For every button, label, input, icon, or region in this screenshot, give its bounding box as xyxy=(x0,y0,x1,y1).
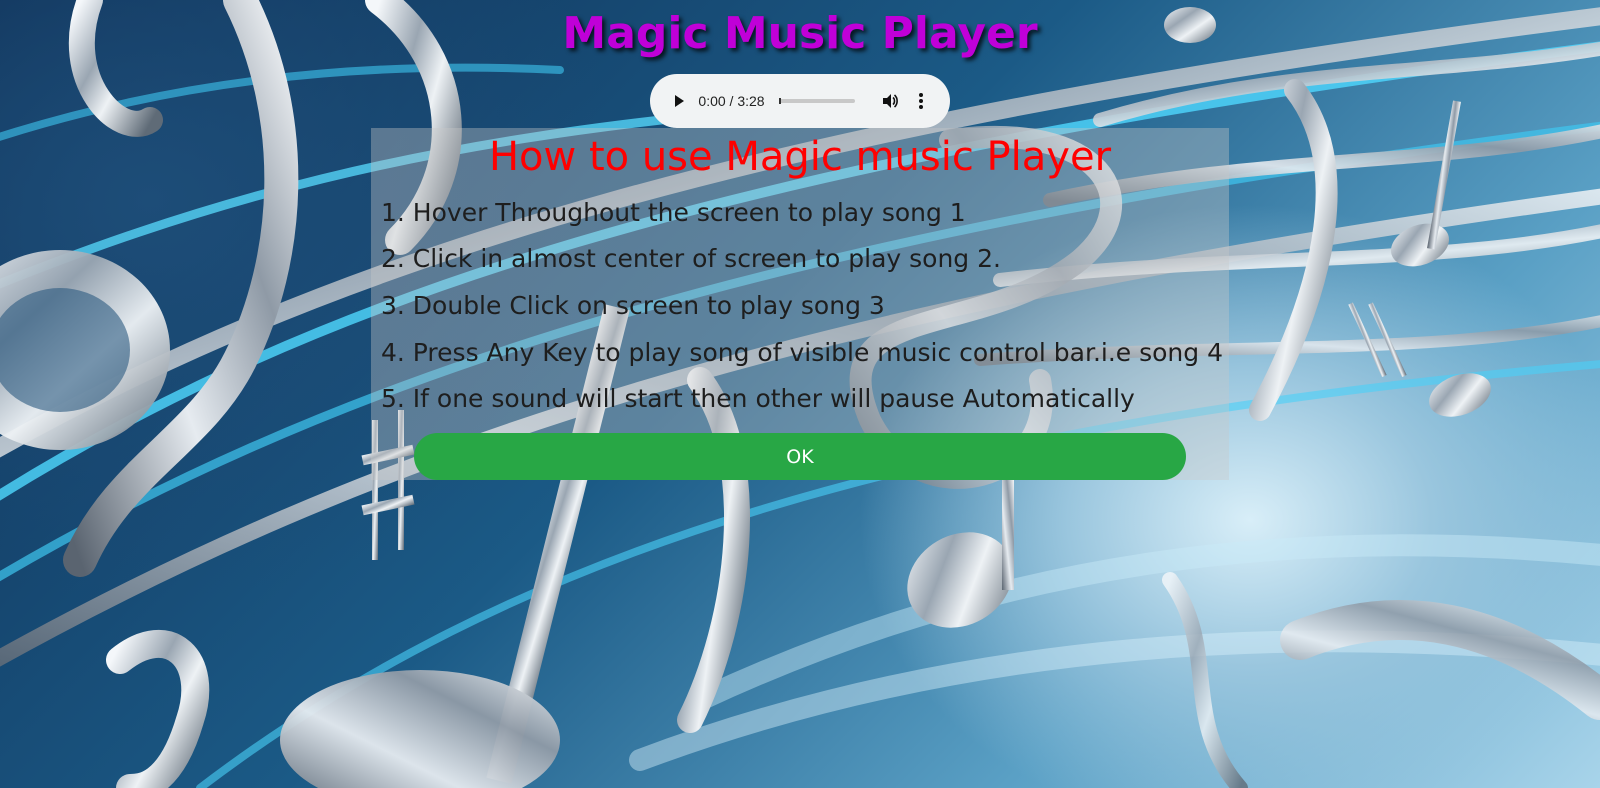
instruction-step-2: 2. Click in almost center of screen to p… xyxy=(381,244,1001,273)
current-time: 0:00 xyxy=(698,93,726,109)
duration: 3:28 xyxy=(737,93,765,109)
time-separator: / xyxy=(725,93,738,109)
more-vertical-icon[interactable] xyxy=(910,89,932,113)
play-icon[interactable] xyxy=(668,89,690,113)
instructions-panel: How to use Magic music Player 1. Hover T… xyxy=(371,128,1229,480)
instructions-heading: How to use Magic music Player xyxy=(488,134,1112,180)
instruction-step-1: 1. Hover Throughout the screen to play s… xyxy=(381,198,966,227)
volume-icon[interactable] xyxy=(879,89,901,113)
page-title: Magic Music Player xyxy=(562,8,1038,59)
audio-time: 0:00 / 3:28 xyxy=(698,93,764,109)
audio-progress-knob[interactable] xyxy=(778,98,781,104)
instruction-step-4: 4. Press Any Key to play song of visible… xyxy=(381,338,1223,367)
ok-button[interactable]: OK xyxy=(414,433,1186,480)
instruction-step-3: 3. Double Click on screen to play song 3 xyxy=(381,291,885,320)
audio-player[interactable]: 0:00 / 3:28 xyxy=(650,74,950,128)
audio-progress-slider[interactable] xyxy=(778,98,856,104)
instruction-step-5: 5. If one sound will start then other wi… xyxy=(381,384,1135,413)
